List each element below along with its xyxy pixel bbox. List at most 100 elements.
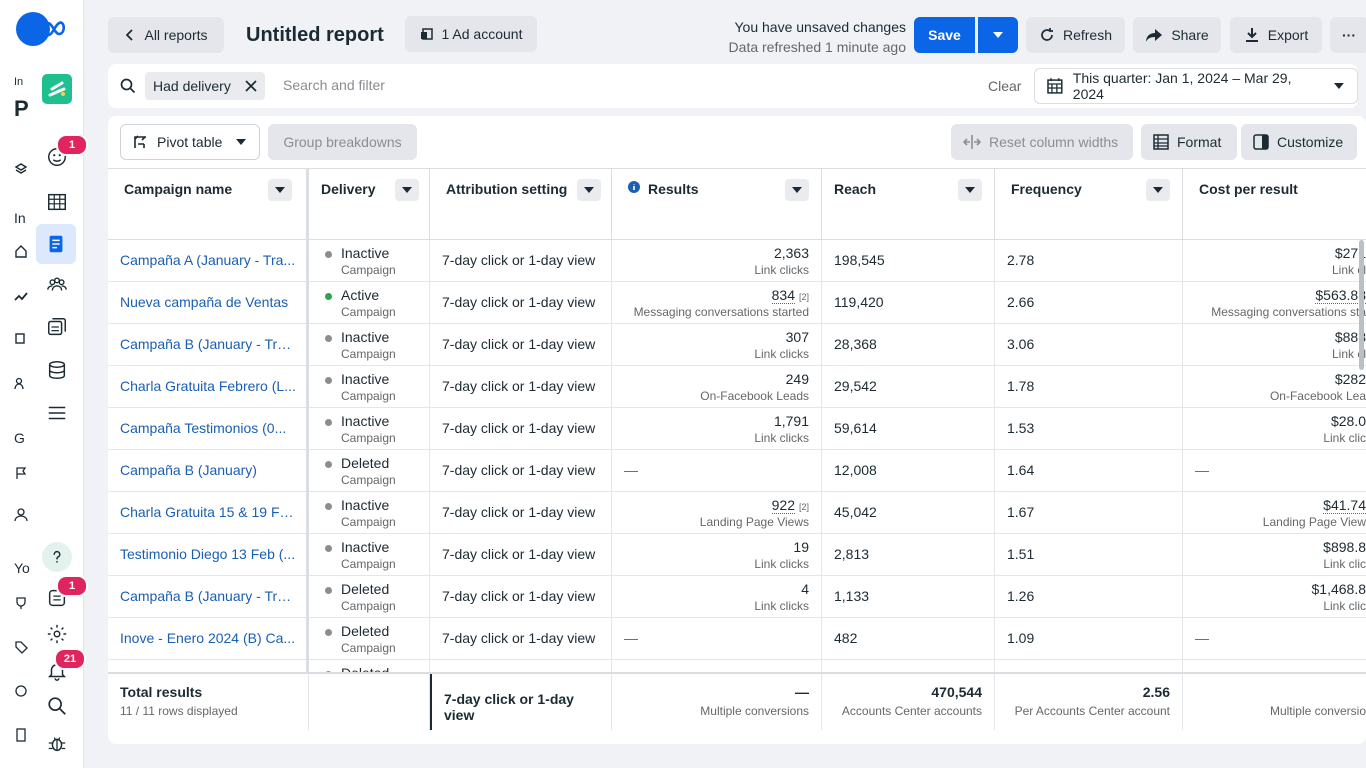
table-row[interactable]: Inove - Enero 2024 (B) Ca... Deleted Campa… [108, 618, 1366, 660]
campaign-name-link[interactable]: Charla Gratuita 15 & 19 Fe... [108, 492, 309, 534]
table-row[interactable]: Campaña B (January - Tra... Inactive Campa… [108, 324, 1366, 366]
settings-gear-icon[interactable] [42, 619, 72, 649]
column-menu-dropdown[interactable] [395, 179, 419, 201]
column-header-campaign-name[interactable]: Campaign name [108, 169, 307, 241]
reach-cell: 29,542 [822, 366, 995, 408]
format-grid-icon [1153, 134, 1169, 150]
close-icon[interactable] [245, 80, 257, 92]
caret-down-icon [1153, 187, 1163, 193]
trend-icon [14, 292, 28, 301]
export-button[interactable]: Export [1230, 17, 1322, 53]
column-header-attribution-setting[interactable]: Attribution setting [430, 169, 612, 241]
caret-down-icon [993, 32, 1003, 38]
billing-icon[interactable] [42, 355, 72, 385]
media-library-icon[interactable] [42, 312, 72, 342]
clear-filters-button[interactable]: Clear [988, 78, 1021, 94]
table-row[interactable]: Charla Gratuita 15 & 19 Fe... Inactive Cam… [108, 492, 1366, 534]
campaign-name-link[interactable]: Campaña A (January - Tra... [108, 240, 309, 282]
pivot-table-dropdown[interactable]: Pivot table [120, 124, 260, 160]
share-button[interactable]: Share [1133, 17, 1221, 53]
results-cell: 19 Link clicks [612, 534, 822, 576]
ad-account-label: 1 Ad account [441, 26, 523, 42]
search-icon[interactable] [42, 691, 72, 721]
save-options-dropdown[interactable] [978, 17, 1018, 53]
reports-icon[interactable] [36, 224, 76, 264]
cost-per-result-value: $1,468.8 [1311, 581, 1366, 597]
share-label: Share [1171, 27, 1209, 43]
empty-value-dash: — [1195, 462, 1209, 478]
filter-chip-had-delivery[interactable]: Had delivery [145, 72, 265, 100]
column-header-delivery[interactable]: Delivery [309, 169, 430, 241]
table-icon[interactable] [42, 187, 72, 217]
table-row[interactable]: Campaña A (January - Tra... Inactive Campa… [108, 240, 1366, 282]
totals-label-cell: Total results 11 / 11 rows displayed [108, 674, 309, 730]
column-header-reach[interactable]: Reach [822, 169, 995, 241]
reference-note[interactable]: [2] [799, 502, 809, 512]
column-header-frequency[interactable]: Frequency [995, 169, 1183, 241]
results-value: 307 [785, 329, 809, 345]
calendar-icon [1047, 78, 1063, 94]
report-bug-icon[interactable] [42, 728, 72, 758]
delivery-status: Inactive [341, 245, 390, 261]
column-menu-dropdown[interactable] [785, 179, 809, 201]
group-breakdowns-button[interactable]: Group breakdowns [268, 124, 417, 160]
results-cell: — [612, 618, 822, 660]
table-row[interactable]: Campaña Testimonios (0... Inactive Campaig… [108, 408, 1366, 450]
campaign-name-link[interactable]: Campaña B (January - Tra... [108, 576, 309, 618]
campaign-name-link[interactable]: Inove - Enero 2024 (B) Ca... [108, 618, 309, 660]
save-button[interactable]: Save [914, 17, 975, 53]
search-input[interactable]: Search and filter [283, 77, 385, 93]
campaign-name-link[interactable]: Charla Gratuita Febrero (L... [108, 366, 309, 408]
reset-column-widths-button[interactable]: Reset column widths [951, 124, 1133, 160]
unsaved-changes-text: You have unsaved changes [734, 19, 906, 35]
column-menu-dropdown[interactable] [268, 179, 292, 201]
cost-per-result-cell: $28.0 Link clic [1183, 408, 1366, 450]
all-tools-menu-icon[interactable] [42, 398, 72, 428]
reach-cell: 482 [822, 618, 995, 660]
frozen-column-divider[interactable] [306, 168, 309, 724]
column-header-cost-per-result[interactable]: Cost per result [1183, 169, 1366, 241]
audiences-icon[interactable] [42, 270, 72, 300]
all-reports-button[interactable]: All reports [108, 17, 224, 53]
table-row[interactable]: Campaña B (January) Deleted Campaign 7-day … [108, 450, 1366, 492]
reach-cell: 12,008 [822, 450, 995, 492]
column-header-results[interactable]: Results [612, 169, 822, 241]
table-row[interactable]: Campaña B (January - Tra... Deleted Campai… [108, 576, 1366, 618]
pivot-icon [134, 135, 146, 148]
info-icon[interactable] [628, 181, 640, 193]
notes-icon[interactable]: 1 [42, 575, 88, 613]
refresh-label: Refresh [1062, 27, 1113, 43]
ads-manager-app-icon[interactable] [42, 74, 72, 104]
cost-per-result-unit: Link clic [1323, 557, 1366, 571]
reference-note[interactable]: [2] [799, 292, 809, 302]
campaign-name-link[interactable]: Campaña Testimonios (0... [108, 408, 309, 450]
table-row[interactable]: Charla Gratuita Febrero (L... Inactive Cam… [108, 366, 1366, 408]
table-row[interactable]: Testimonio Diego 13 Feb (... Inactive Camp… [108, 534, 1366, 576]
results-value: 922 [771, 497, 795, 514]
vertical-scrollbar[interactable] [1359, 240, 1364, 370]
attribution-setting-cell: 7-day click or 1-day view [430, 576, 612, 618]
date-range-picker[interactable]: This quarter: Jan 1, 2024 – Mar 29, 2024 [1034, 68, 1358, 104]
ad-account-selector-button[interactable]: 1 Ad account [405, 16, 537, 52]
delivery-cell: Inactive Campaign [309, 324, 430, 366]
help-icon[interactable] [42, 542, 72, 572]
customize-button[interactable]: Customize [1241, 124, 1357, 160]
more-options-button[interactable]: ··· [1330, 17, 1366, 53]
campaign-name-link[interactable]: Campaña B (January - Tra... [108, 324, 309, 366]
column-menu-dropdown[interactable] [1146, 179, 1170, 201]
cost-per-result-cell: — [1183, 450, 1366, 492]
refresh-button[interactable]: Refresh [1026, 17, 1125, 53]
page-title[interactable]: Untitled report [246, 24, 384, 47]
frequency-cell: 1.78 [995, 366, 1183, 408]
meta-logo[interactable] [16, 12, 74, 46]
table-row[interactable]: Nueva campaña de Ventas Active Campaign 7-d… [108, 282, 1366, 324]
campaign-name-link[interactable]: Nueva campaña de Ventas [108, 282, 309, 324]
column-menu-dropdown[interactable] [958, 179, 982, 201]
status-dot [325, 629, 332, 636]
format-button[interactable]: Format [1141, 124, 1237, 160]
campaign-name-link[interactable]: Campaña B (January) [108, 450, 309, 492]
account-alerts-icon[interactable]: 1 [42, 134, 88, 172]
column-menu-dropdown[interactable] [577, 179, 601, 201]
notifications-bell-icon[interactable]: 21 [42, 648, 86, 686]
campaign-name-link[interactable]: Testimonio Diego 13 Feb (... [108, 534, 309, 576]
